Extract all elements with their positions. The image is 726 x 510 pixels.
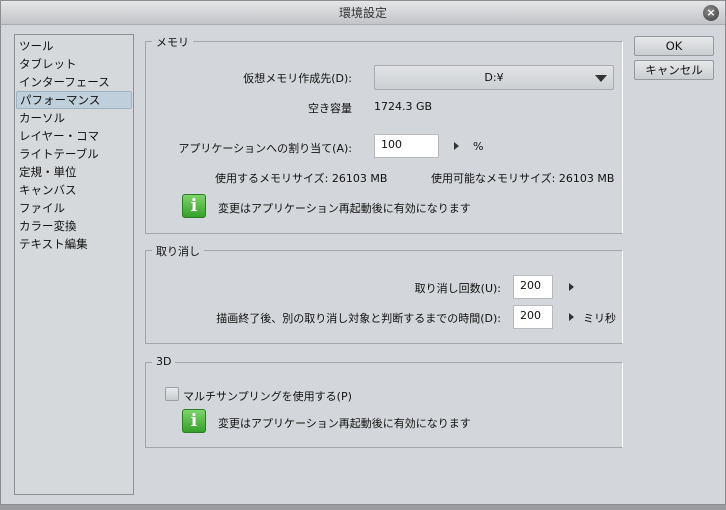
title-bar: 環境設定 ×: [1, 1, 725, 25]
info-icon: i: [182, 409, 206, 433]
memory-notice: 変更はアプリケーション再起動後に有効になります: [218, 202, 471, 215]
sidebar-item[interactable]: レイヤー・コマ: [16, 127, 132, 145]
undo-count-input[interactable]: 200: [513, 275, 553, 299]
multisampling-label[interactable]: マルチサンプリングを使用する(P): [183, 388, 352, 404]
undo-time-label: 描画終了後、別の取り消し対象と判断するまでの時間(D):: [216, 312, 501, 325]
sidebar-item[interactable]: テキスト編集: [16, 235, 132, 253]
sidebar-item[interactable]: キャンバス: [16, 181, 132, 199]
undo-time-unit: ミリ秒: [583, 312, 616, 325]
category-list: ツール タブレット インターフェース パフォーマンス カーソル レイヤー・コマ ライトテーブ…: [14, 34, 134, 495]
sidebar-item[interactable]: ファイル: [16, 199, 132, 217]
sidebar-item[interactable]: ツール: [16, 37, 132, 55]
info-icon: i: [182, 194, 206, 218]
free-space-value: 1724.3 GB: [374, 100, 433, 113]
sidebar-item[interactable]: ライトテーブル: [16, 145, 132, 163]
allocation-unit: %: [473, 140, 484, 153]
close-icon[interactable]: ×: [703, 5, 719, 21]
vm-location-value: D:¥: [484, 71, 504, 84]
available-memory-size: 使用可能なメモリサイズ: 26103 MB: [431, 172, 615, 185]
allocation-input[interactable]: 100: [374, 134, 439, 158]
slider-popup-arrow-icon[interactable]: [569, 313, 574, 321]
3d-notice: 変更はアプリケーション再起動後に有効になります: [218, 417, 471, 430]
dialog-title: 環境設定: [338, 6, 387, 20]
allocation-label: アプリケーションへの割り当て(A):: [178, 142, 352, 155]
sidebar-item[interactable]: インターフェース: [16, 73, 132, 91]
sidebar-item[interactable]: カラー変換: [16, 217, 132, 235]
cancel-button[interactable]: キャンセル: [634, 60, 714, 80]
undo-legend: 取り消し: [152, 243, 204, 259]
vm-location-select[interactable]: D:¥: [374, 65, 614, 90]
sidebar-item[interactable]: 定規・単位: [16, 163, 132, 181]
vm-label: 仮想メモリ作成先(D):: [243, 72, 352, 85]
sidebar-item[interactable]: カーソル: [16, 109, 132, 127]
free-space-label: 空き容量: [308, 102, 352, 115]
sidebar-item[interactable]: パフォーマンス: [16, 91, 132, 109]
undo-count-label: 取り消し回数(U):: [414, 282, 501, 295]
multisampling-checkbox[interactable]: [165, 387, 179, 401]
used-memory-size: 使用するメモリサイズ: 26103 MB: [215, 172, 388, 185]
preferences-dialog: 環境設定 × ツール タブレット インターフェース パフォーマンス カーソル レイヤー・コ…: [0, 0, 726, 505]
chevron-down-icon: [595, 75, 607, 82]
ok-button[interactable]: OK: [634, 36, 714, 56]
3d-group: 3D: [145, 355, 623, 448]
sidebar-item[interactable]: タブレット: [16, 55, 132, 73]
memory-legend: メモリ: [152, 34, 193, 50]
slider-popup-arrow-icon[interactable]: [569, 283, 574, 291]
undo-time-input[interactable]: 200: [513, 305, 553, 329]
slider-popup-arrow-icon[interactable]: [454, 142, 459, 150]
3d-legend: 3D: [152, 355, 176, 368]
